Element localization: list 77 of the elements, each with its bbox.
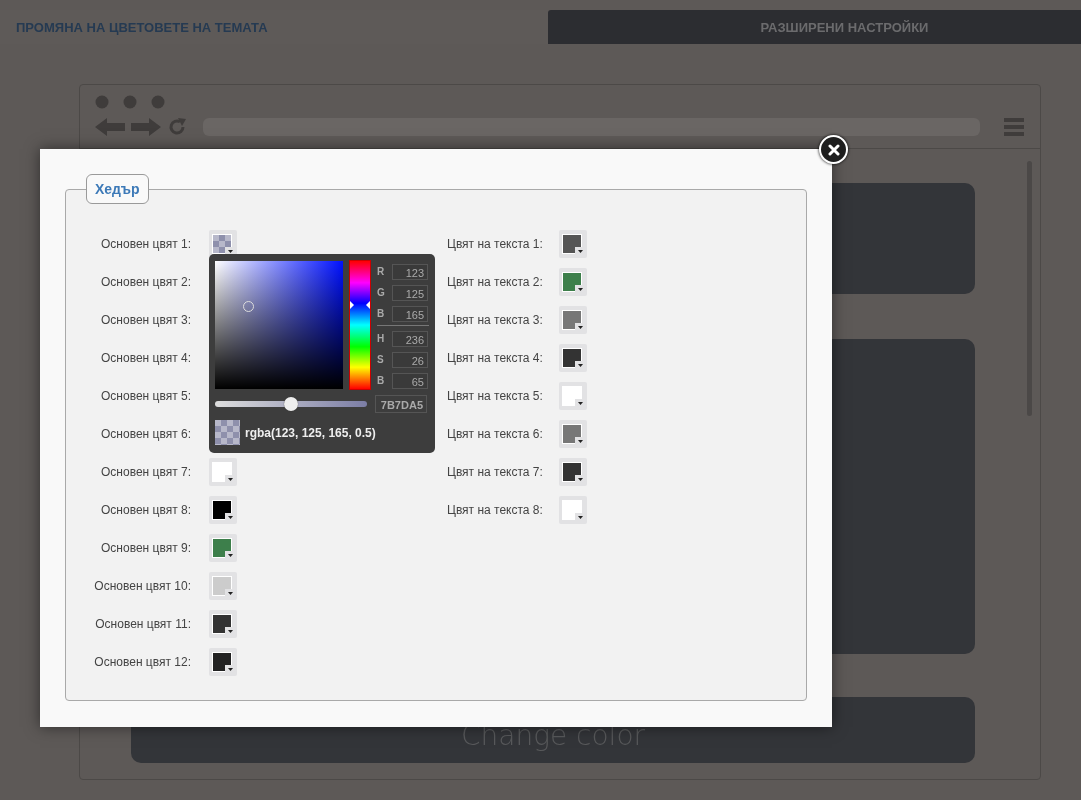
color-picker-button[interactable]	[559, 306, 587, 334]
color-value: rgba(123, 125, 165, 0.5)	[245, 425, 376, 440]
field-label: Основен цвят 1:	[100, 237, 191, 251]
color-picker-button[interactable]	[209, 648, 237, 676]
field-label: Цвят на текста 6:	[447, 427, 544, 441]
channel-input[interactable]: 236	[392, 330, 428, 347]
caret-icon	[577, 402, 583, 405]
color-preview	[215, 420, 240, 445]
channel-label: B	[377, 375, 386, 386]
field-label: Основен цвят 3:	[100, 313, 191, 327]
field-label: Цвят на текста 5:	[447, 389, 544, 403]
field-label: Основен цвят 6:	[100, 427, 191, 441]
channel-input[interactable]: 125	[392, 284, 428, 301]
field-label: Основен цвят 12:	[93, 655, 191, 669]
caret-icon	[577, 440, 583, 443]
channel-label: B	[377, 308, 386, 319]
color-picker-button[interactable]	[209, 534, 237, 562]
field-label: Цвят на текста 7:	[447, 465, 544, 479]
color-picker-button[interactable]	[559, 382, 587, 410]
hue-marker[interactable]	[350, 301, 370, 310]
caret-icon	[227, 554, 233, 557]
color-picker-button[interactable]	[209, 496, 237, 524]
fieldset-legend: Хедър	[86, 174, 149, 204]
caret-icon	[227, 478, 233, 481]
field-label: Основен цвят 2:	[100, 275, 191, 289]
color-picker-button[interactable]	[209, 610, 237, 638]
field-label: Основен цвят 7:	[100, 465, 191, 479]
color-picker-button[interactable]	[559, 420, 587, 448]
channel-input[interactable]: 65	[392, 372, 428, 389]
forward-arrow-icon	[131, 117, 161, 137]
reload-icon	[167, 117, 187, 137]
field-label: Цвят на текста 4:	[447, 351, 544, 365]
channel-input[interactable]: 123	[392, 263, 428, 280]
channel-label: R	[377, 266, 386, 277]
checkerboard-swatch	[212, 234, 232, 254]
channel-input[interactable]: 26	[392, 351, 428, 368]
field-label: Основен цвят 10:	[93, 579, 191, 593]
channel-label: H	[377, 333, 386, 344]
color-picker-button[interactable]	[559, 458, 587, 486]
color-picker-button[interactable]	[559, 230, 587, 258]
field-label: Основен цвят 5:	[100, 389, 191, 403]
caret-icon	[227, 516, 233, 519]
caret-icon	[577, 326, 583, 329]
hex-input[interactable]: 7B7DA5	[375, 395, 427, 413]
caret-icon	[577, 250, 583, 253]
channel-input[interactable]: 165	[392, 305, 428, 322]
tab[interactable]: РАЗШИРЕНИ НАСТРОЙКИ	[548, 10, 1081, 44]
menu-icon	[1004, 118, 1024, 136]
field-label: Цвят на текста 3:	[447, 313, 544, 327]
color-picker-button[interactable]	[559, 344, 587, 372]
back-arrow-icon	[95, 117, 125, 137]
caret-icon	[577, 478, 583, 481]
caret-icon	[227, 668, 233, 671]
hue-slider[interactable]	[350, 261, 370, 389]
color-picker-button[interactable]	[559, 496, 587, 524]
field-label: Цвят на текста 8:	[447, 503, 544, 517]
field-label: Основен цвят 9:	[100, 541, 191, 555]
close-button[interactable]	[819, 135, 848, 164]
saturation-brightness-square[interactable]	[215, 261, 343, 389]
field-label: Цвят на текста 2:	[447, 275, 544, 289]
channel-label: G	[377, 287, 386, 298]
channel-label: S	[377, 354, 385, 365]
caret-icon	[577, 364, 583, 367]
window-dots-icon	[95, 95, 165, 109]
field-label: Цвят на текста 1:	[447, 237, 544, 251]
field-label: Основен цвят 11:	[94, 617, 191, 631]
caret-icon	[227, 630, 233, 633]
color-picker-button[interactable]	[209, 458, 237, 486]
caret-icon	[577, 288, 583, 291]
field-label: Основен цвят 8:	[100, 503, 191, 517]
caret-icon	[227, 592, 233, 595]
close-icon	[827, 143, 840, 156]
caret-icon	[577, 516, 583, 519]
slider-thumb[interactable]	[284, 397, 298, 411]
field-label: Основен цвят 4:	[100, 351, 191, 365]
color-picker-button[interactable]	[209, 572, 237, 600]
color-picker-button[interactable]	[559, 268, 587, 296]
